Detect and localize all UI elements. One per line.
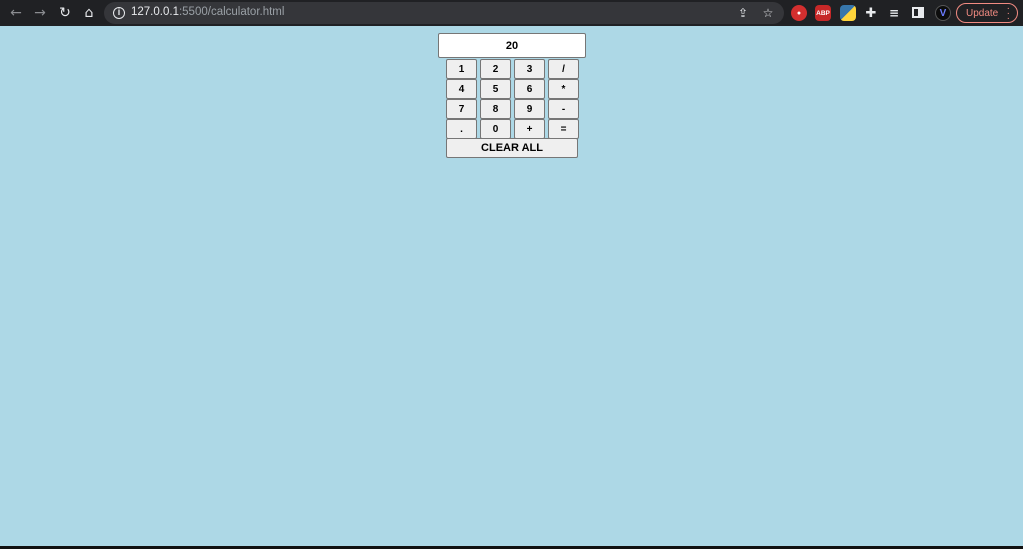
key-decimal-button[interactable]: . xyxy=(446,119,477,139)
key-digit-8-button[interactable]: 8 xyxy=(480,99,511,119)
side-panel-icon[interactable] xyxy=(912,7,924,18)
profile-avatar-icon[interactable]: V xyxy=(935,5,951,21)
key-digit-4-button[interactable]: 4 xyxy=(446,79,477,99)
forward-icon[interactable]: → xyxy=(29,2,51,24)
key-digit-3-button[interactable]: 3 xyxy=(514,59,545,79)
key-multiply-button[interactable]: * xyxy=(548,79,579,99)
url-host: 127.0.0.1 xyxy=(131,6,179,18)
extension-drop-icon[interactable]: ● xyxy=(791,5,807,21)
key-add-button[interactable]: + xyxy=(514,119,545,139)
key-subtract-button[interactable]: - xyxy=(548,99,579,119)
python-extension-icon[interactable] xyxy=(840,5,856,21)
back-icon[interactable]: ← xyxy=(5,2,27,24)
key-digit-1-button[interactable]: 1 xyxy=(446,59,477,79)
share-icon[interactable]: ⇪ xyxy=(734,4,752,22)
adblock-plus-icon[interactable]: ABP xyxy=(815,5,831,21)
calculator-display[interactable] xyxy=(438,33,586,58)
site-info-icon[interactable]: i xyxy=(113,7,125,19)
reload-icon[interactable]: ↻ xyxy=(54,2,76,24)
clear-all-button[interactable]: CLEAR ALL xyxy=(446,138,578,158)
key-digit-7-button[interactable]: 7 xyxy=(446,99,477,119)
url-path: :5500/calculator.html xyxy=(178,6,285,18)
home-icon[interactable]: ⌂ xyxy=(78,2,100,24)
url-text: 127.0.0.1:5500/calculator.html xyxy=(131,6,284,18)
key-equals-button[interactable]: = xyxy=(548,119,579,139)
key-divide-button[interactable]: / xyxy=(548,59,579,79)
update-label: Update xyxy=(966,7,999,19)
reading-list-icon[interactable]: ≡ xyxy=(886,5,902,21)
adblock-plus-label: ABP xyxy=(816,9,830,17)
extensions-puzzle-icon[interactable]: ✚ xyxy=(863,5,879,21)
address-bar[interactable]: i 127.0.0.1:5500/calculator.html ⇪ ☆ xyxy=(104,2,784,24)
menu-kebab-icon: · · · xyxy=(1006,3,1010,24)
key-digit-6-button[interactable]: 6 xyxy=(514,79,545,99)
update-button[interactable]: Update · · · xyxy=(956,3,1018,24)
bookmark-star-icon[interactable]: ☆ xyxy=(759,4,777,22)
key-digit-5-button[interactable]: 5 xyxy=(480,79,511,99)
browser-toolbar: ← → ↻ ⌂ i 127.0.0.1:5500/calculator.html… xyxy=(0,0,1023,26)
key-digit-0-button[interactable]: 0 xyxy=(480,119,511,139)
key-digit-2-button[interactable]: 2 xyxy=(480,59,511,79)
key-digit-9-button[interactable]: 9 xyxy=(514,99,545,119)
